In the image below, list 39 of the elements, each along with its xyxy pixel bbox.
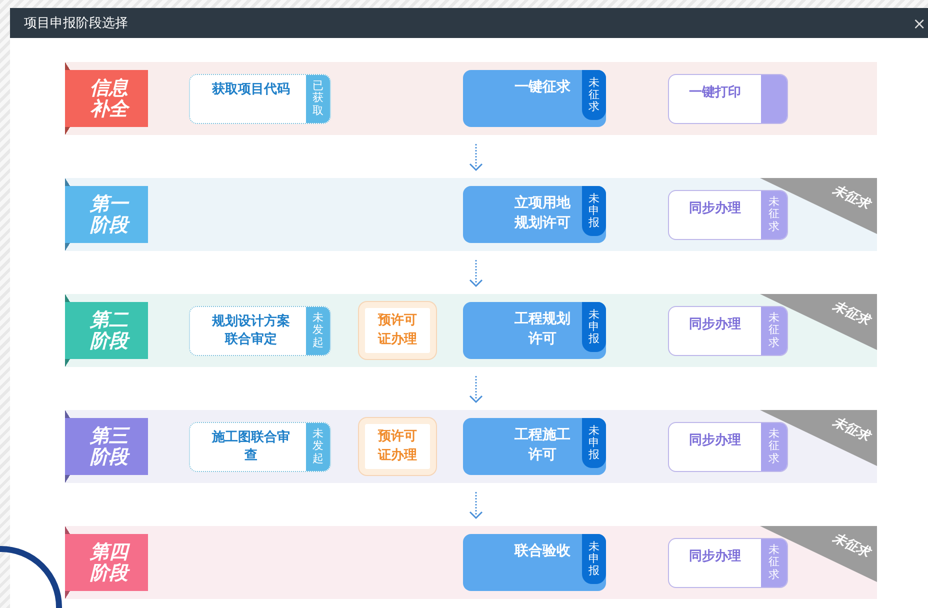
side-button[interactable]: 同步办理 未征求 (668, 422, 788, 472)
stage-label: 第三阶段 (65, 410, 148, 483)
apply-button[interactable]: 工程规划许可 未申报 (463, 302, 606, 359)
status-tag: 未征求 (761, 190, 787, 238)
pre-permit-button[interactable]: 预许可证办理 (359, 418, 436, 475)
status-tag: 未征求 (761, 306, 787, 354)
status-tag: 未发起 (306, 306, 330, 354)
review-button[interactable]: 规划设计方案联合审定 未发起 (189, 306, 331, 356)
apply-button[interactable]: 联合验收 未申报 (463, 534, 606, 591)
status-tag: 未申报 (582, 418, 606, 468)
down-arrow-icon (469, 143, 483, 173)
pre-permit-button[interactable]: 预许可证办理 (359, 302, 436, 359)
status-tag: 未申报 (582, 302, 606, 352)
down-arrow-icon (469, 375, 483, 405)
stage-label: 第四阶段 (65, 526, 148, 599)
side-button[interactable]: 同步办理 未征求 (668, 306, 788, 356)
down-arrow-icon (469, 259, 483, 289)
side-button[interactable]: 同步办理 未征求 (668, 190, 788, 240)
stage-label: 第一阶段 (65, 178, 148, 251)
side-button[interactable]: 一键打印 (668, 74, 788, 124)
status-tag: 未征求 (761, 422, 787, 470)
status-strip (761, 74, 787, 122)
status-tag: 已获取 (306, 74, 330, 122)
status-tag: 未征求 (582, 70, 606, 120)
status-tag: 未发起 (306, 422, 330, 470)
apply-button[interactable]: 工程施工许可 未申报 (463, 418, 606, 475)
apply-button[interactable]: 立项用地规划许可 未申报 (463, 186, 606, 243)
apply-button[interactable]: 一键征求 未征求 (463, 70, 606, 127)
close-button[interactable]: × (910, 14, 928, 32)
side-button[interactable]: 同步办理 未征求 (668, 538, 788, 588)
window-title: 项目申报阶段选择 (24, 15, 128, 32)
review-button[interactable]: 获取项目代码 已获取 (189, 74, 331, 124)
status-tag: 未申报 (582, 534, 606, 584)
status-tag: 未申报 (582, 186, 606, 236)
stage-label: 第二阶段 (65, 294, 148, 367)
status-tag: 未征求 (761, 538, 787, 586)
review-button[interactable]: 施工图联合审查 未发起 (189, 422, 331, 472)
stage-label: 信息补全 (65, 62, 148, 135)
down-arrow-icon (469, 491, 483, 521)
